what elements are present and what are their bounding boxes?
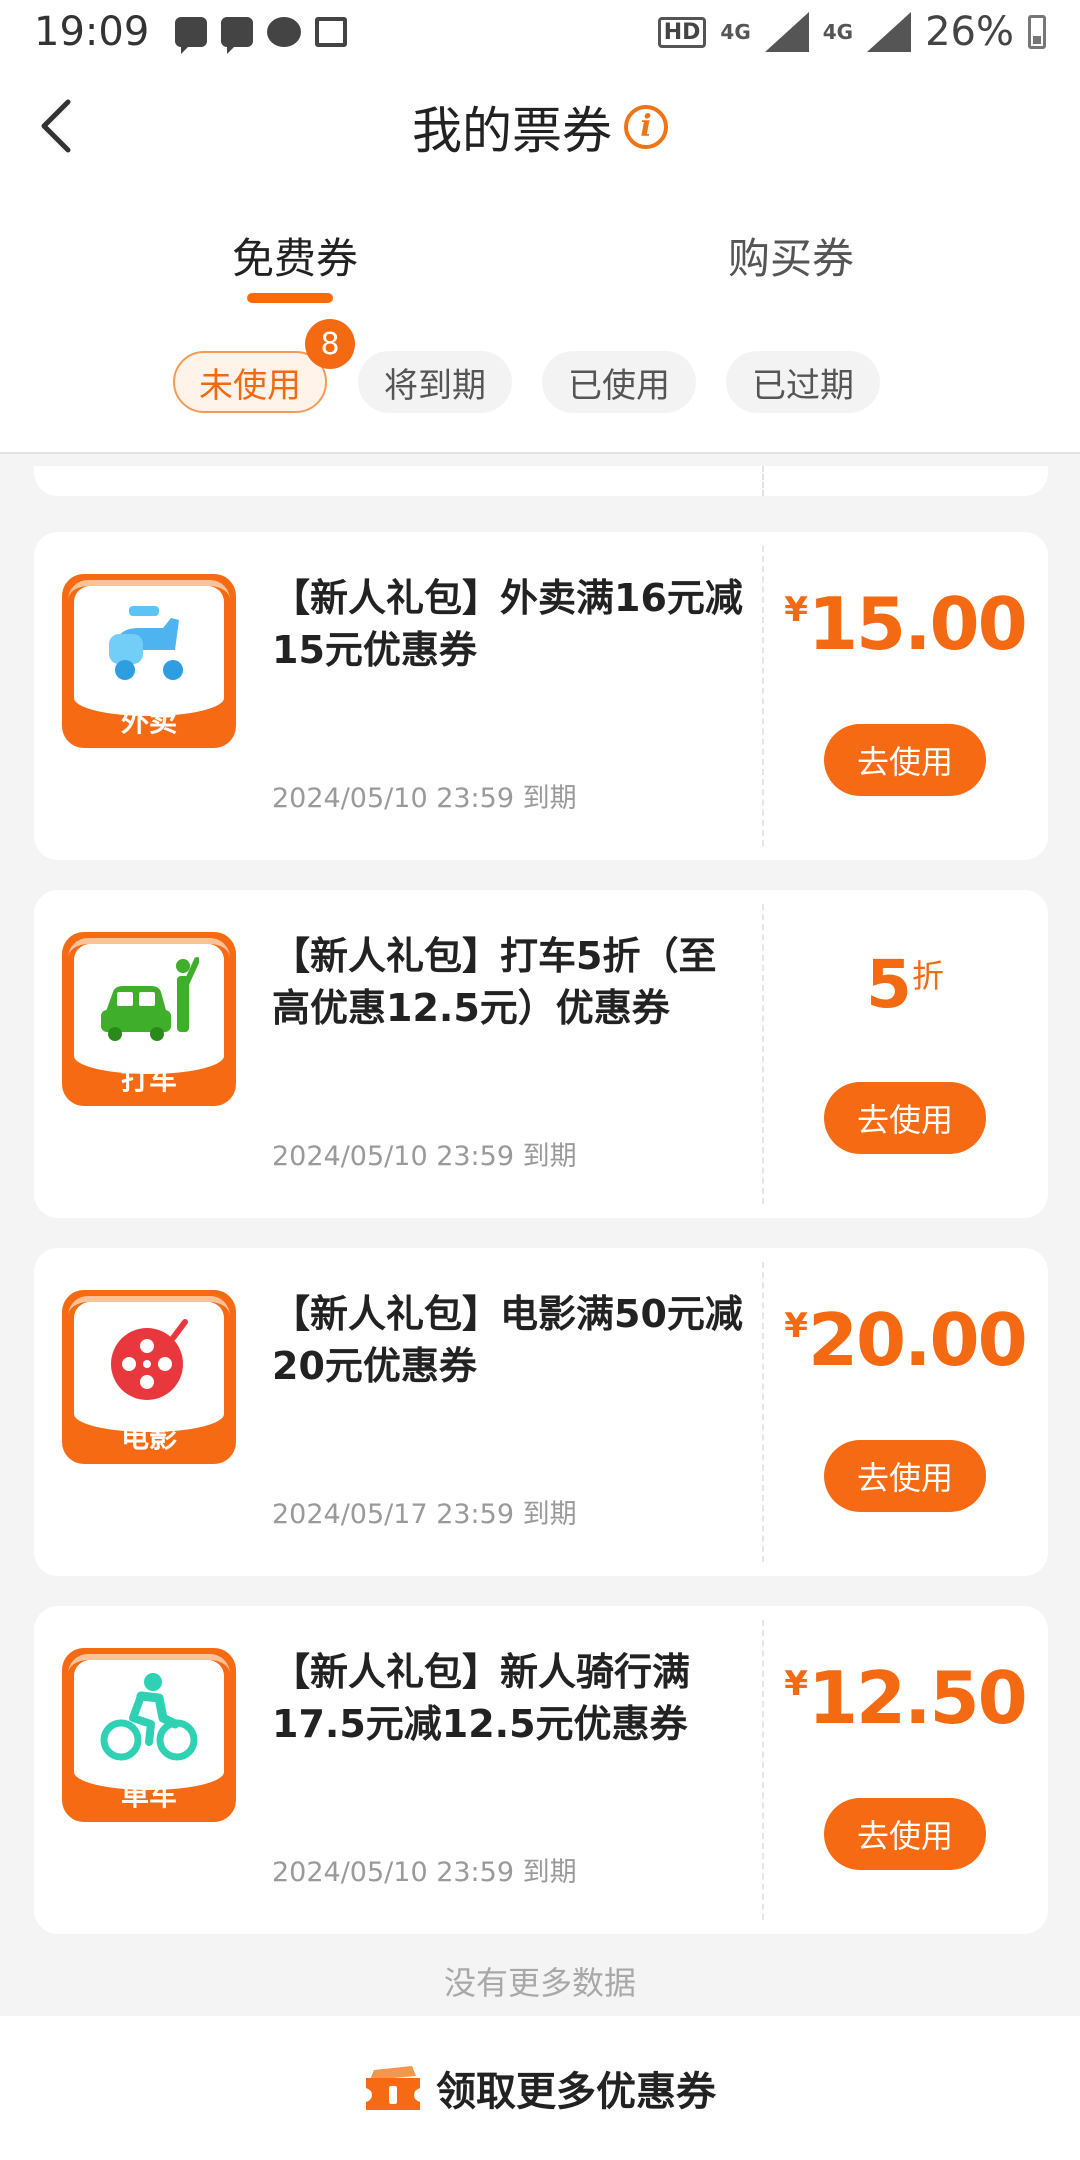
battery-icon bbox=[1028, 15, 1046, 49]
coupon-category-badge: 单车 bbox=[62, 1648, 236, 1822]
currency-symbol: ¥ bbox=[784, 1664, 808, 1704]
hd-icon: HD bbox=[657, 16, 707, 48]
coupon-card[interactable]: 打车 【新人礼包】打车5折（至高优惠12.5元）优惠券 2024/05/10 2… bbox=[34, 890, 1048, 1218]
status-right: HD 4G 4G 26% bbox=[657, 9, 1046, 55]
coupon-category-badge: 外卖 bbox=[62, 574, 236, 748]
use-coupon-button[interactable]: 去使用 bbox=[824, 724, 986, 796]
coupon-title: 【新人礼包】电影满50元减20元优惠券 bbox=[272, 1292, 743, 1388]
message-icon bbox=[221, 17, 254, 54]
network-type-label: 4G bbox=[822, 20, 854, 44]
image-icon bbox=[315, 17, 348, 47]
get-more-coupons-bar[interactable]: 领取更多优惠券 bbox=[0, 2016, 1080, 2160]
coupon-value: 5折 bbox=[762, 946, 1048, 1023]
coupon-value: ¥20.00 bbox=[762, 1298, 1048, 1382]
status-time: 19:09 bbox=[34, 9, 150, 55]
filter-expired[interactable]: 已过期 bbox=[726, 351, 880, 413]
page-title: 我的票券 bbox=[412, 101, 612, 160]
coupon-card-partial bbox=[34, 466, 1048, 496]
taxi-icon bbox=[101, 957, 199, 1041]
info-icon[interactable]: i bbox=[624, 104, 668, 149]
coupon-card[interactable]: 单车 【新人礼包】新人骑行满17.5元减12.5元优惠券 2024/05/10 … bbox=[34, 1606, 1048, 1934]
use-coupon-button[interactable]: 去使用 bbox=[824, 1082, 986, 1154]
coupon-category-label: 单车 bbox=[120, 1779, 177, 1812]
currency-symbol: ¥ bbox=[784, 590, 808, 630]
discount-suffix: 折 bbox=[911, 957, 944, 995]
coupon-list[interactable]: 外卖 【新人礼包】外卖满16元减15元优惠券 2024/05/10 23:59 … bbox=[0, 456, 1080, 2016]
coupon-expiry: 2024/05/10 23:59 到期 bbox=[272, 1141, 577, 1172]
coupon-amount: 15.00 bbox=[807, 582, 1028, 666]
back-arrow-icon[interactable] bbox=[28, 94, 92, 158]
status-bar: 19:09 HD 4G 4G 26% bbox=[0, 0, 1080, 64]
coupon-amount: 20.00 bbox=[807, 1298, 1028, 1382]
notification-icons bbox=[175, 17, 348, 54]
bicycle-icon bbox=[100, 1673, 198, 1761]
network-type-label: 4G bbox=[720, 20, 751, 44]
coupon-category-label: 外卖 bbox=[120, 705, 177, 738]
unused-count-badge: 8 bbox=[305, 319, 355, 369]
coupon-amount: 5 bbox=[866, 946, 912, 1023]
coupon-card[interactable]: 外卖 【新人礼包】外卖满16元减15元优惠券 2024/05/10 23:59 … bbox=[34, 532, 1048, 860]
coupon-title: 【新人礼包】新人骑行满17.5元减12.5元优惠券 bbox=[272, 1650, 691, 1746]
currency-symbol: ¥ bbox=[784, 1306, 808, 1346]
coupon-title: 【新人礼包】打车5折（至高优惠12.5元）优惠券 bbox=[272, 934, 717, 1030]
filter-unused[interactable]: 未使用 bbox=[173, 351, 327, 413]
coupon-category-label: 打车 bbox=[120, 1063, 177, 1096]
coupon-card[interactable]: 电影 【新人礼包】电影满50元减20元优惠券 2024/05/17 23:59 … bbox=[34, 1248, 1048, 1576]
signal-icon bbox=[867, 12, 912, 52]
filter-used[interactable]: 已使用 bbox=[542, 351, 696, 413]
use-coupon-button[interactable]: 去使用 bbox=[824, 1440, 986, 1512]
coupon-title: 【新人礼包】外卖满16元减15元优惠券 bbox=[272, 576, 743, 672]
tab-bar: 免费券 购买券 bbox=[0, 189, 1080, 309]
coupon-value: ¥15.00 bbox=[762, 582, 1048, 666]
film-reel-icon bbox=[111, 1319, 188, 1400]
signal-icon bbox=[764, 12, 809, 52]
use-coupon-button[interactable]: 去使用 bbox=[824, 1798, 986, 1870]
coupon-category-badge: 电影 bbox=[62, 1290, 236, 1464]
scooter-icon bbox=[109, 606, 183, 680]
filter-bar: 未使用 8 将到期 已使用 已过期 bbox=[0, 309, 1080, 454]
coupon-category-label: 电影 bbox=[120, 1421, 177, 1454]
battery-percent: 26% bbox=[925, 9, 1014, 55]
no-more-data-text: 没有更多数据 bbox=[443, 1964, 636, 2002]
coupon-value: ¥12.50 bbox=[762, 1656, 1048, 1740]
coupon-category-badge: 打车 bbox=[62, 932, 236, 1106]
app-root: 19:09 HD 4G 4G 26% 我的票券 i 免费券 购买券 未使用 8 … bbox=[0, 0, 1080, 2160]
coupon-expiry: 2024/05/10 23:59 到期 bbox=[272, 783, 577, 814]
coupon-expiry: 2024/05/17 23:59 到期 bbox=[272, 1499, 577, 1530]
tab-purchased-coupons[interactable]: 购买券 bbox=[728, 225, 854, 286]
nav-header: 我的票券 i bbox=[0, 64, 1080, 189]
filter-expiring[interactable]: 将到期 bbox=[358, 351, 512, 413]
message-icon bbox=[175, 17, 208, 54]
ticket-icon bbox=[366, 2066, 420, 2110]
coupon-expiry: 2024/05/10 23:59 到期 bbox=[272, 1857, 577, 1888]
tab-indicator bbox=[247, 293, 333, 303]
get-more-coupons-label: 领取更多优惠券 bbox=[436, 2069, 716, 2115]
wechat-icon bbox=[267, 17, 302, 47]
coupon-amount: 12.50 bbox=[807, 1656, 1028, 1740]
tab-free-coupons[interactable]: 免费券 bbox=[232, 225, 358, 286]
